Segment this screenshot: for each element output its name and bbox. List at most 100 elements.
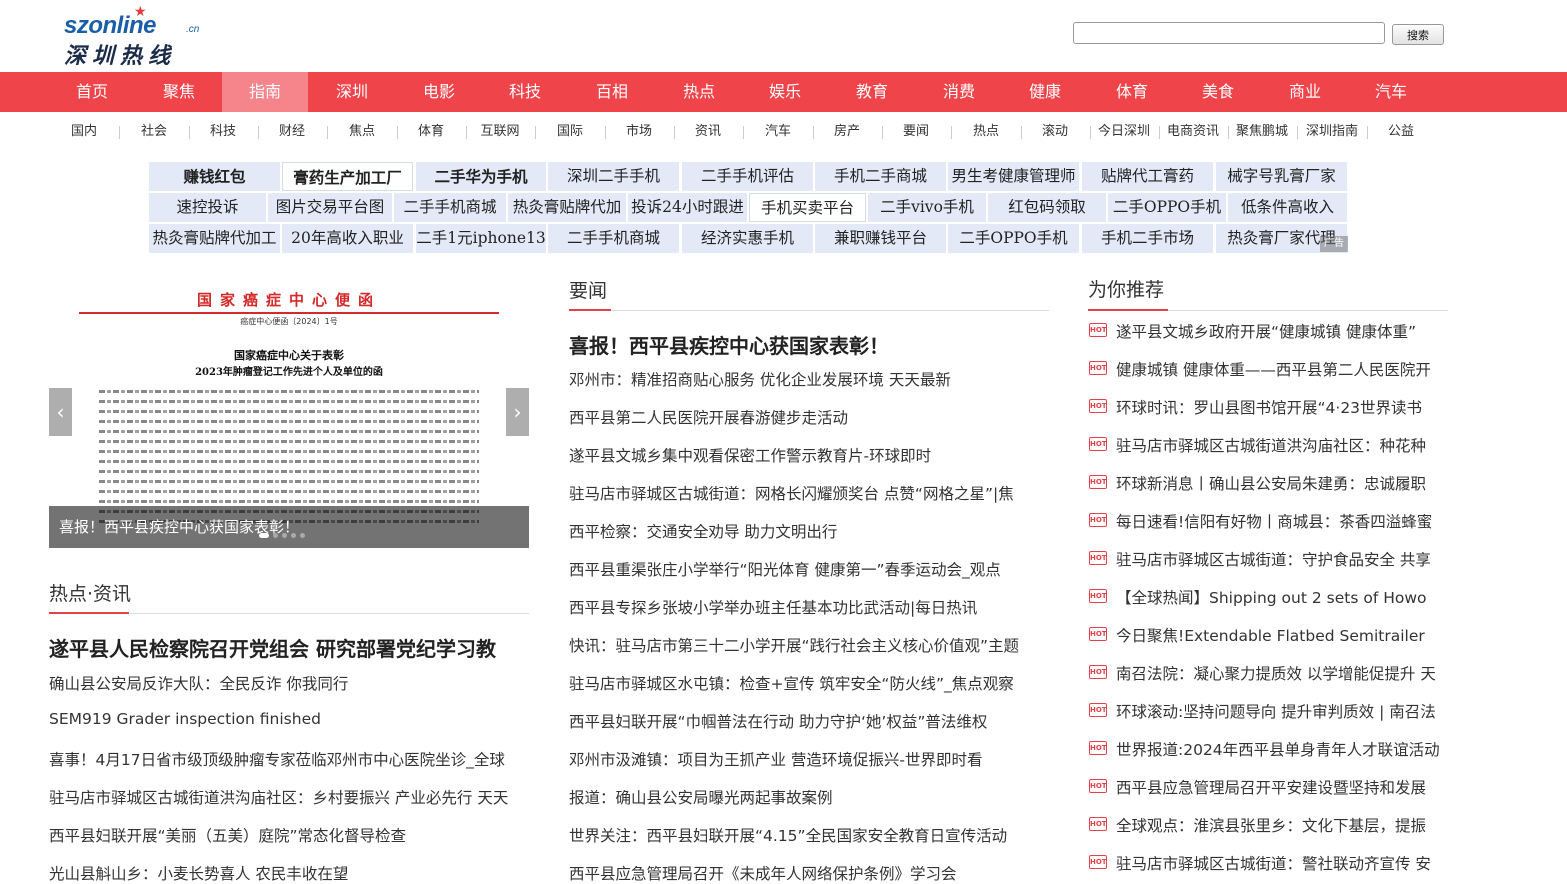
recommend-item[interactable]: 驻马店市驿城区古城街道洪沟庙社区：种花种 xyxy=(1116,434,1448,456)
carousel-dot[interactable] xyxy=(273,533,278,538)
main-nav-item[interactable]: 深圳 xyxy=(309,72,395,112)
main-nav-item[interactable]: 体育 xyxy=(1089,72,1175,112)
sub-nav-item[interactable]: 资讯 xyxy=(673,122,743,142)
sub-nav-item[interactable]: 电商资讯 xyxy=(1158,122,1228,142)
hot-news-item[interactable]: 驻马店市驿城区古城街道洪沟庙社区：乡村要振兴 产业必先行 天天 xyxy=(49,786,529,808)
sub-nav-item[interactable]: 国际 xyxy=(535,122,605,142)
sub-nav-item[interactable]: 国内 xyxy=(49,122,119,142)
ad-link[interactable]: 二手vivo手机 xyxy=(868,193,986,222)
ad-link[interactable]: 20年高收入职业 xyxy=(282,224,413,253)
important-news-item[interactable]: 西平县重渠张庄小学举行“阳光体育 健康第一”春季运动会_观点 xyxy=(569,558,1051,580)
important-news-item[interactable]: 驻马店市驿城区古城街道：网格长闪耀颁奖台 点赞“网格之星”|焦 xyxy=(569,482,1051,504)
ad-link[interactable]: 赚钱红包 xyxy=(149,162,280,191)
ad-link[interactable]: 速控投诉 xyxy=(149,193,266,222)
ad-link[interactable]: 手机二手市场 xyxy=(1082,224,1213,253)
carousel-dot[interactable] xyxy=(300,533,305,538)
main-nav-item[interactable]: 电影 xyxy=(396,72,482,112)
ad-link[interactable]: 二手手机商城 xyxy=(394,193,506,222)
sub-nav-item[interactable]: 科技 xyxy=(188,122,258,142)
hot-news-item[interactable]: SEM919 Grader inspection finished xyxy=(49,710,529,728)
ad-link[interactable]: 械字号乳膏厂家 xyxy=(1216,162,1347,191)
hot-news-item[interactable]: 西平县妇联开展“美丽（五美）庭院”常态化督导检查 xyxy=(49,824,529,846)
recommend-item[interactable]: 环球新消息丨确山县公安局朱建勇：忠诚履职 xyxy=(1116,472,1448,494)
carousel-dot[interactable] xyxy=(259,533,269,538)
ad-link[interactable]: 手机二手商城 xyxy=(815,162,946,191)
important-news-item[interactable]: 遂平县文城乡集中观看保密工作警示教育片-环球即时 xyxy=(569,444,1051,466)
main-nav-item[interactable]: 汽车 xyxy=(1348,72,1434,112)
recommend-item[interactable]: 环球时讯：罗山县图书馆开展“4·23世界读书 xyxy=(1116,396,1448,418)
sub-nav-item[interactable]: 汽车 xyxy=(743,122,813,142)
hot-news-item[interactable]: 光山县斛山乡：小麦长势喜人 农民丰收在望 xyxy=(49,862,529,884)
ad-link[interactable]: 经济实惠手机 xyxy=(682,224,813,253)
recommend-item[interactable]: 今日聚焦!Extendable Flatbed Semitrailer xyxy=(1116,624,1448,646)
search-input[interactable] xyxy=(1073,22,1385,44)
sub-nav-item[interactable]: 互联网 xyxy=(465,122,535,142)
main-nav-item[interactable]: 热点 xyxy=(656,72,742,112)
recommend-item[interactable]: 健康城镇 健康体重——西平县第二人民医院开 xyxy=(1116,358,1448,380)
important-news-item[interactable]: 邓州市：精准招商贴心服务 优化企业发展环境 天天最新 xyxy=(569,368,1051,390)
recommend-item[interactable]: 全球观点：淮滨县张里乡：文化下基层，提振 xyxy=(1116,814,1448,836)
sub-nav-item[interactable]: 焦点 xyxy=(327,122,397,142)
sub-nav-item[interactable]: 深圳指南 xyxy=(1297,122,1367,142)
ad-link[interactable]: 男生考健康管理师 xyxy=(948,162,1079,191)
important-news-item[interactable]: 报道：确山县公安局曝光两起事故案例 xyxy=(569,786,1051,808)
main-nav-item[interactable]: 教育 xyxy=(829,72,915,112)
sub-nav-item[interactable]: 市场 xyxy=(604,122,674,142)
ad-link[interactable]: 二手手机评估 xyxy=(682,162,813,191)
main-nav-item[interactable]: 聚焦 xyxy=(136,72,222,112)
sub-nav-item[interactable]: 体育 xyxy=(396,122,466,142)
sub-nav-item[interactable]: 财经 xyxy=(257,122,327,142)
ad-link[interactable]: 二手OPPO手机 xyxy=(1108,193,1226,222)
hot-lead-headline[interactable]: 遂平县人民检察院召开党组会 研究部署党纪学习教 xyxy=(49,633,496,662)
ad-link[interactable]: 投诉24小时跟进 xyxy=(628,193,747,222)
sub-nav-item[interactable]: 热点 xyxy=(951,122,1021,142)
important-news-item[interactable]: 驻马店市驿城区水屯镇：检查+宣传 筑牢安全“防火线”_焦点观察 xyxy=(569,672,1051,694)
sub-nav-item[interactable]: 今日深圳 xyxy=(1089,122,1159,142)
main-nav-item[interactable]: 消费 xyxy=(916,72,1002,112)
recommend-item[interactable]: 【全球热闻】Shipping out 2 sets of Howo xyxy=(1116,586,1448,608)
ad-link[interactable]: 二手OPPO手机 xyxy=(948,224,1079,253)
sub-nav-item[interactable]: 公益 xyxy=(1366,122,1436,142)
important-news-item[interactable]: 西平检察：交通安全劝导 助力文明出行 xyxy=(569,520,1051,542)
sub-nav-item[interactable]: 聚焦鹏城 xyxy=(1227,122,1297,142)
sub-nav-item[interactable]: 房产 xyxy=(812,122,882,142)
main-nav-item[interactable]: 健康 xyxy=(1002,72,1088,112)
recommend-item[interactable]: 遂平县文城乡政府开展“健康城镇 健康体重” xyxy=(1116,320,1448,342)
important-news-item[interactable]: 世界关注：西平县妇联开展“4.15”全民国家安全教育日宣传活动 xyxy=(569,824,1051,846)
ad-link[interactable]: 深圳二手手机 xyxy=(548,162,679,191)
important-news-item[interactable]: 邓州市汲滩镇：项目为王抓产业 营造环境促振兴-世界即时看 xyxy=(569,748,1051,770)
featured-carousel[interactable]: 国家癌症中心便函 癌症中心便函〔2024〕1号 国家癌症中心关于表彰 2023年… xyxy=(49,279,529,548)
main-nav-item[interactable]: 美食 xyxy=(1175,72,1261,112)
recommend-item[interactable]: 驻马店市驿城区古城街道：警社联动齐宣传 安 xyxy=(1116,852,1448,874)
important-lead-headline[interactable]: 喜报！西平县疾控中心获国家表彰！ xyxy=(569,330,889,359)
main-nav-item[interactable]: 商业 xyxy=(1262,72,1348,112)
important-news-item[interactable]: 西平县应急管理局召开《未成年人网络保护条例》学习会 xyxy=(569,862,1051,884)
hot-news-item[interactable]: 喜事！4月17日省市级顶级肿瘤专家莅临邓州市中心医院坐诊_全球 xyxy=(49,748,529,770)
ad-link[interactable]: 图片交易平台图 xyxy=(268,193,392,222)
ad-link[interactable]: 热灸膏贴牌代加 xyxy=(508,193,626,222)
main-nav-item[interactable]: 首页 xyxy=(49,72,135,112)
recommend-item[interactable]: 西平县应急管理局召开平安建设暨坚持和发展 xyxy=(1116,776,1448,798)
ad-link[interactable]: 膏药生产加工厂 xyxy=(282,162,413,191)
ad-link[interactable]: 热灸膏贴牌代加工 xyxy=(149,224,280,253)
recommend-item[interactable]: 环球滚动:坚持问题导向 提升审判质效 | 南召法 xyxy=(1116,700,1448,722)
ad-link[interactable]: 兼职赚钱平台 xyxy=(815,224,946,253)
sub-nav-item[interactable]: 滚动 xyxy=(1020,122,1090,142)
sub-nav-item[interactable]: 社会 xyxy=(119,122,189,142)
carousel-next-button[interactable]: › xyxy=(506,388,529,436)
search-button[interactable]: 搜索 xyxy=(1392,24,1444,45)
ad-link[interactable]: 二手手机商城 xyxy=(548,224,679,253)
main-nav-item[interactable]: 百相 xyxy=(569,72,655,112)
main-nav-item[interactable]: 娱乐 xyxy=(742,72,828,112)
important-news-item[interactable]: 西平县妇联开展“巾帼普法在行动 助力守护‘她’权益”普法维权 xyxy=(569,710,1051,732)
sub-nav-item[interactable]: 要闻 xyxy=(881,122,951,142)
ad-link[interactable]: 红包码领取 xyxy=(988,193,1106,222)
recommend-item[interactable]: 世界报道:2024年西平县单身青年人才联谊活动 xyxy=(1116,738,1448,760)
important-news-item[interactable]: 快讯：驻马店市第三十二小学开展“践行社会主义核心价值观”主题 xyxy=(569,634,1051,656)
main-nav-item[interactable]: 科技 xyxy=(482,72,568,112)
site-logo[interactable]: szonline ★ .cn 深圳热线 xyxy=(64,4,214,69)
important-news-item[interactable]: 西平县第二人民医院开展春游健步走活动 xyxy=(569,406,1051,428)
ad-link[interactable]: 贴牌代工膏药 xyxy=(1082,162,1213,191)
recommend-item[interactable]: 南召法院：凝心聚力提质效 以学增能促提升 天 xyxy=(1116,662,1448,684)
main-nav-item[interactable]: 指南 xyxy=(222,72,308,112)
